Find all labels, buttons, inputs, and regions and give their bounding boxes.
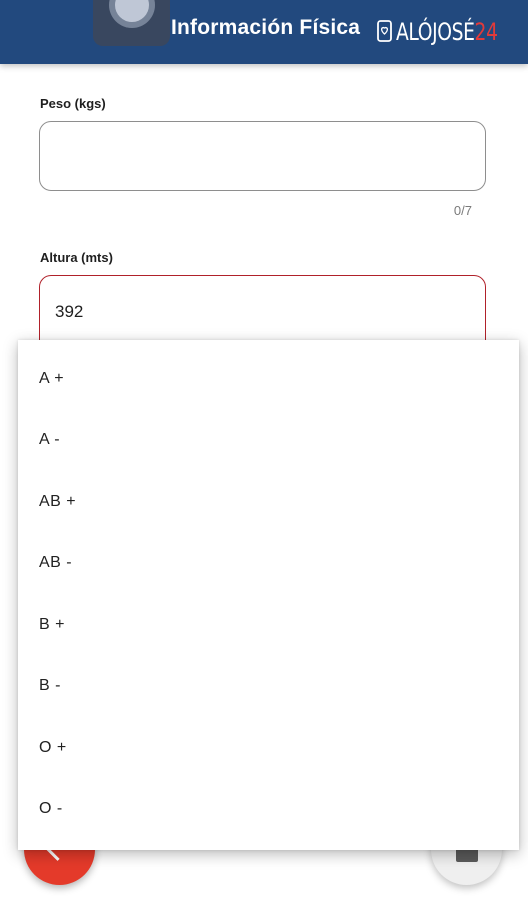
app-header: Información Física ALÓJOSÉ24 <box>0 0 528 64</box>
height-label: Altura (mts) <box>40 250 113 265</box>
dropdown-option-o-positive[interactable]: O + <box>18 717 519 778</box>
dropdown-option-b-positive[interactable]: B + <box>18 594 519 655</box>
weight-input[interactable] <box>39 121 486 191</box>
weight-label: Peso (kgs) <box>40 96 106 111</box>
dropdown-option-ab-positive[interactable]: AB + <box>18 471 519 532</box>
brand-logo: ALÓJOSÉ24 <box>376 17 520 47</box>
dropdown-option-ab-negative[interactable]: AB - <box>18 532 519 593</box>
brand-wordmark: ALÓJOSÉ24 <box>396 18 498 46</box>
dropdown-option-b-negative[interactable]: B - <box>18 655 519 716</box>
weight-char-counter: 0/7 <box>453 203 472 218</box>
brand-wordmark-main: ALÓJOSÉ <box>396 18 475 46</box>
brand-wordmark-accent: 24 <box>474 18 498 46</box>
dropdown-option-o-negative[interactable]: O - <box>18 778 519 839</box>
blood-type-dropdown-menu: A + A - AB + AB - B + B - O + O - <box>18 340 519 850</box>
camera-icon <box>456 848 478 862</box>
dropdown-option-a-negative[interactable]: A - <box>18 409 519 470</box>
assistive-touch-button[interactable] <box>93 0 170 46</box>
phone-heart-icon <box>377 20 392 42</box>
page-title: Información Física <box>171 16 361 39</box>
height-value: 392 <box>55 302 84 321</box>
dropdown-option-a-positive[interactable]: A + <box>18 348 519 409</box>
